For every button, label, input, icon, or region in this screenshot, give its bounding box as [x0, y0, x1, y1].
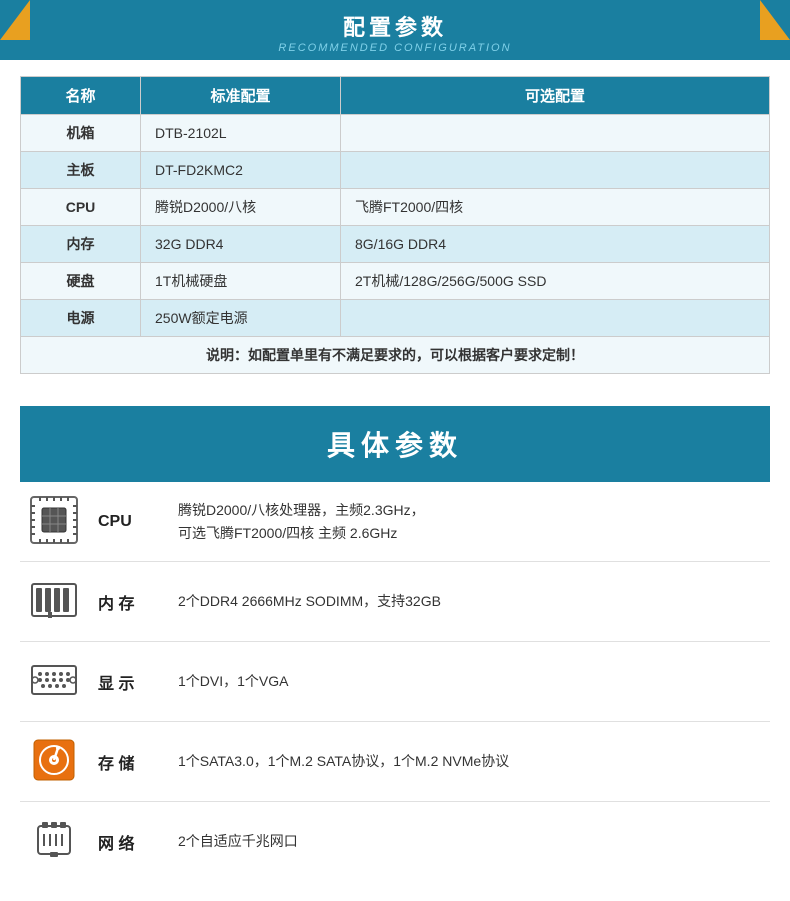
memory-label: 内 存: [88, 562, 168, 642]
row-name: CPU: [21, 189, 141, 226]
network-icon-cell: [20, 802, 88, 882]
params-section: CPU 腾锐D2000/八核处理器，主频2.3GHz， 可选飞腾FT2000/四…: [0, 482, 790, 901]
memory-icon: [30, 576, 78, 624]
table-row: 硬盘 1T机械硬盘 2T机械/128G/256G/500G SSD: [21, 263, 770, 300]
row-standard: DTB-2102L: [141, 115, 341, 152]
cpu-icon-cell: [20, 482, 88, 562]
row-optional: 2T机械/128G/256G/500G SSD: [341, 263, 770, 300]
config-header: 配置参数 RECOMMENDED CONFIGURATION: [0, 0, 790, 60]
row-name: 硬盘: [21, 263, 141, 300]
storage-value: 1个SATA3.0，1个M.2 SATA协议，1个M.2 NVMe协议: [168, 722, 770, 802]
storage-icon-cell: [20, 722, 88, 802]
display-icon: [30, 656, 78, 704]
notice-text: 说明：如配置单里有不满足要求的，可以根据客户要求定制！: [21, 337, 770, 374]
row-name: 内存: [21, 226, 141, 263]
table-row: 电源 250W额定电源: [21, 300, 770, 337]
left-triangle-decoration: [0, 0, 30, 40]
row-name: 机箱: [21, 115, 141, 152]
params-header: 具体参数: [20, 406, 770, 482]
display-label: 显 示: [88, 642, 168, 722]
storage-icon: [30, 736, 78, 784]
header-title-box: 配置参数 RECOMMENDED CONFIGURATION: [238, 10, 551, 54]
memory-value: 2个DDR4 2666MHz SODIMM，支持32GB: [168, 562, 770, 642]
param-row-memory: 内 存 2个DDR4 2666MHz SODIMM，支持32GB: [20, 562, 770, 642]
row-optional: [341, 115, 770, 152]
row-standard: 250W额定电源: [141, 300, 341, 337]
row-optional: 8G/16G DDR4: [341, 226, 770, 263]
col-header-name: 名称: [21, 77, 141, 115]
row-optional: [341, 152, 770, 189]
cpu-icon: [30, 496, 78, 544]
param-row-display: 显 示 1个DVI，1个VGA: [20, 642, 770, 722]
row-optional: [341, 300, 770, 337]
config-table: 名称 标准配置 可选配置 机箱 DTB-2102L 主板 DT-FD2KMC2 …: [20, 76, 770, 374]
network-value: 2个自适应千兆网口: [168, 802, 770, 882]
param-row-network: 网 络 2个自适应千兆网口: [20, 802, 770, 882]
row-standard: 1T机械硬盘: [141, 263, 341, 300]
params-table: CPU 腾锐D2000/八核处理器，主频2.3GHz， 可选飞腾FT2000/四…: [20, 482, 770, 881]
right-triangle-decoration: [760, 0, 790, 40]
row-standard: 32G DDR4: [141, 226, 341, 263]
network-icon: [30, 816, 78, 864]
network-label: 网 络: [88, 802, 168, 882]
cpu-label: CPU: [88, 482, 168, 562]
col-header-standard: 标准配置: [141, 77, 341, 115]
display-value: 1个DVI，1个VGA: [168, 642, 770, 722]
row-standard: 腾锐D2000/八核: [141, 189, 341, 226]
param-row-cpu: CPU 腾锐D2000/八核处理器，主频2.3GHz， 可选飞腾FT2000/四…: [20, 482, 770, 562]
display-icon-cell: [20, 642, 88, 722]
storage-label: 存 储: [88, 722, 168, 802]
table-row: 主板 DT-FD2KMC2: [21, 152, 770, 189]
row-name: 主板: [21, 152, 141, 189]
header-title-zh: 配置参数: [278, 10, 511, 42]
notice-row: 说明：如配置单里有不满足要求的，可以根据客户要求定制！: [21, 337, 770, 374]
row-standard: DT-FD2KMC2: [141, 152, 341, 189]
params-title: 具体参数: [20, 424, 770, 464]
row-optional: 飞腾FT2000/四核: [341, 189, 770, 226]
cpu-value: 腾锐D2000/八核处理器，主频2.3GHz， 可选飞腾FT2000/四核 主频…: [168, 482, 770, 562]
row-name: 电源: [21, 300, 141, 337]
col-header-optional: 可选配置: [341, 77, 770, 115]
table-row: 机箱 DTB-2102L: [21, 115, 770, 152]
table-row: CPU 腾锐D2000/八核 飞腾FT2000/四核: [21, 189, 770, 226]
memory-icon-cell: [20, 562, 88, 642]
header-title-en: RECOMMENDED CONFIGURATION: [278, 42, 511, 54]
param-row-storage: 存 储 1个SATA3.0，1个M.2 SATA协议，1个M.2 NVMe协议: [20, 722, 770, 802]
config-table-section: 名称 标准配置 可选配置 机箱 DTB-2102L 主板 DT-FD2KMC2 …: [0, 60, 790, 390]
table-row: 内存 32G DDR4 8G/16G DDR4: [21, 226, 770, 263]
